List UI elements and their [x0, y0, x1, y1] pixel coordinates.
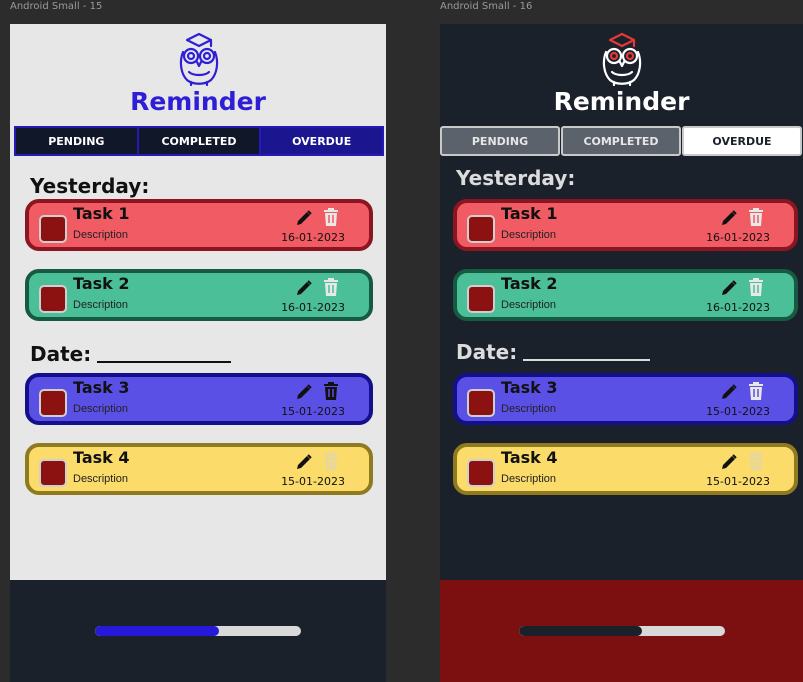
task-checkbox[interactable]: [39, 459, 67, 487]
task-name: Task 3: [501, 378, 558, 397]
tab-overdue[interactable]: OVERDUE: [682, 126, 802, 156]
task-date: 16-01-2023: [281, 231, 345, 244]
task-card[interactable]: Task 3 Description 15-01-2023: [453, 373, 798, 425]
task-description: Description: [501, 299, 557, 311]
task-card[interactable]: Task 3 Description 15-01-2023: [25, 373, 373, 425]
trash-icon[interactable]: [323, 452, 339, 470]
phone-screen-dark: Reminder PENDING COMPLETED OVERDUE Yeste…: [440, 24, 803, 682]
section-label-date: Date:: [30, 342, 232, 366]
task-checkbox[interactable]: [39, 285, 67, 313]
task-name: Task 2: [73, 274, 130, 293]
tab-pending[interactable]: PENDING: [16, 128, 137, 154]
edit-pencil-icon[interactable]: [295, 383, 313, 401]
task-date: 16-01-2023: [706, 301, 770, 314]
task-checkbox[interactable]: [467, 285, 495, 313]
task-description: Description: [501, 403, 557, 415]
bottom-bar: [10, 580, 386, 682]
section-label-date: Date:: [456, 340, 651, 364]
edit-pencil-icon[interactable]: [720, 209, 738, 227]
progress-bar: [518, 626, 725, 636]
task-name: Task 2: [501, 274, 558, 293]
trash-icon[interactable]: [323, 278, 339, 296]
task-card[interactable]: Task 1 Description 16-01-2023: [25, 199, 373, 251]
task-name: Task 1: [73, 204, 130, 223]
tab-bar: PENDING COMPLETED OVERDUE: [440, 126, 803, 156]
frame-label: Android Small - 15: [10, 1, 103, 12]
task-date: 15-01-2023: [706, 475, 770, 488]
task-card[interactable]: Task 2 Description 16-01-2023: [25, 269, 373, 321]
trash-icon[interactable]: [748, 208, 764, 226]
tab-completed[interactable]: COMPLETED: [561, 126, 681, 156]
edit-pencil-icon[interactable]: [295, 279, 313, 297]
phone-screen-light: Reminder PENDING COMPLETED OVERDUE Yeste…: [10, 24, 386, 682]
edit-pencil-icon[interactable]: [295, 453, 313, 471]
task-description: Description: [73, 473, 129, 485]
task-date: 15-01-2023: [281, 405, 345, 418]
edit-pencil-icon[interactable]: [720, 383, 738, 401]
section-label-text: Date:: [456, 340, 518, 364]
task-card[interactable]: Task 2 Description 16-01-2023: [453, 269, 798, 321]
tab-overdue[interactable]: OVERDUE: [261, 128, 383, 154]
tab-bar: PENDING COMPLETED OVERDUE: [14, 126, 384, 156]
task-checkbox[interactable]: [467, 389, 495, 417]
app-title: Reminder: [130, 87, 266, 116]
trash-icon[interactable]: [748, 382, 764, 400]
task-date: 15-01-2023: [281, 475, 345, 488]
bottom-bar: [440, 580, 803, 682]
task-name: Task 3: [73, 378, 130, 397]
app-title: Reminder: [553, 87, 690, 116]
task-date: 16-01-2023: [706, 231, 770, 244]
tab-completed[interactable]: COMPLETED: [138, 128, 260, 154]
task-name: Task 4: [73, 448, 130, 467]
trash-icon[interactable]: [323, 382, 339, 400]
task-checkbox[interactable]: [467, 459, 495, 487]
task-description: Description: [501, 473, 557, 485]
edit-pencil-icon[interactable]: [720, 279, 738, 297]
tab-pending[interactable]: PENDING: [440, 126, 560, 156]
owl-logo-icon: [179, 32, 219, 86]
task-description: Description: [73, 403, 129, 415]
progress-bar: [95, 626, 301, 636]
owl-logo-icon: [602, 32, 642, 86]
task-date: 15-01-2023: [706, 405, 770, 418]
task-name: Task 4: [501, 448, 558, 467]
task-description: Description: [73, 299, 129, 311]
task-description: Description: [501, 229, 557, 241]
section-label-text: Date:: [30, 342, 92, 366]
task-card[interactable]: Task 1 Description 16-01-2023: [453, 199, 798, 251]
task-name: Task 1: [501, 204, 558, 223]
trash-icon[interactable]: [323, 208, 339, 226]
frame-label: Android Small - 16: [440, 1, 533, 12]
trash-icon[interactable]: [748, 452, 764, 470]
trash-icon[interactable]: [748, 278, 764, 296]
date-blank-line: [523, 358, 651, 361]
progress-fill: [95, 626, 219, 636]
task-description: Description: [73, 229, 129, 241]
task-checkbox[interactable]: [39, 389, 67, 417]
date-blank-line: [97, 360, 232, 363]
section-label-yesterday: Yesterday:: [456, 166, 576, 190]
task-card[interactable]: Task 4 Description 15-01-2023: [453, 443, 798, 495]
task-checkbox[interactable]: [39, 215, 67, 243]
progress-fill: [518, 626, 643, 636]
task-card[interactable]: Task 4 Description 15-01-2023: [25, 443, 373, 495]
edit-pencil-icon[interactable]: [295, 209, 313, 227]
edit-pencil-icon[interactable]: [720, 453, 738, 471]
task-checkbox[interactable]: [467, 215, 495, 243]
task-date: 16-01-2023: [281, 301, 345, 314]
section-label-yesterday: Yesterday:: [30, 174, 150, 198]
